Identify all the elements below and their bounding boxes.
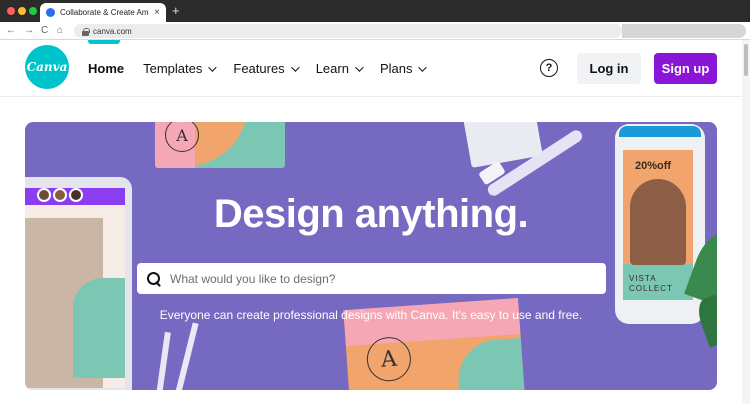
nav-features[interactable]: Features [233, 61, 300, 76]
browser-tab[interactable]: Collaborate & Create Amazing × [40, 3, 166, 22]
pencil-illustration [155, 331, 171, 390]
nav-learn[interactable]: Learn [315, 61, 364, 76]
chevron-down-icon [208, 62, 218, 72]
signup-button[interactable]: Sign up [654, 53, 717, 84]
chevron-down-icon [290, 62, 300, 72]
address-toolbar: ← → C ⌂ canva.com [0, 22, 750, 40]
nav-templates-label: Templates [143, 61, 203, 76]
logo-text: Canva [26, 60, 68, 74]
search-icon [147, 271, 161, 286]
pencil-illustration [173, 322, 199, 390]
nav-plans[interactable]: Plans [379, 61, 428, 76]
main-nav: Home Templates Features Learn Plans [88, 40, 428, 97]
browser-tab-strip: Collaborate & Create Amazing × + [0, 0, 750, 22]
lock-icon [82, 27, 90, 36]
canva-logo[interactable]: Canva [25, 45, 69, 89]
canva-favicon-icon [46, 8, 55, 17]
nav-features-label: Features [233, 61, 285, 76]
forward-arrow-icon[interactable]: → [24, 24, 34, 38]
hero-banner: A 20%off VISTA COLLECT A Design anything… [25, 122, 717, 390]
nav-plans-label: Plans [379, 61, 413, 76]
phone-discount-text: 20%off [635, 160, 672, 172]
back-arrow-icon[interactable]: ← [6, 24, 16, 38]
page-scrollbar[interactable] [742, 40, 750, 404]
scrollbar-thumb[interactable] [744, 44, 748, 76]
card-monogram: A [365, 335, 413, 383]
nav-home[interactable]: Home [88, 61, 124, 76]
url-bar[interactable]: canva.com [74, 24, 622, 38]
design-search-box[interactable] [137, 263, 606, 294]
phone-brand-line1: VISTA [629, 274, 657, 283]
phone-brand-line2: COLLECT [629, 284, 673, 293]
close-window-icon[interactable] [7, 7, 15, 15]
maximize-window-icon[interactable] [29, 7, 37, 15]
phone-brand-text: VISTA COLLECT [629, 274, 673, 294]
tab-close-icon[interactable]: × [154, 7, 160, 18]
nav-home-label: Home [88, 61, 125, 76]
design-search-input[interactable] [170, 271, 590, 286]
url-text: canva.com [93, 26, 132, 36]
site-header: Canva Home Templates Features Learn Plan… [0, 40, 742, 97]
minimize-window-icon[interactable] [18, 7, 26, 15]
hero-subtitle: Everyone can create professional designs… [159, 308, 583, 322]
chevron-down-icon [355, 62, 364, 72]
reload-icon[interactable]: C [41, 24, 48, 38]
home-icon[interactable]: ⌂ [57, 24, 63, 38]
tab-title: Collaborate & Create Amazing [60, 8, 149, 17]
help-icon[interactable]: ? [540, 59, 558, 77]
business-card-illustration: A [155, 122, 285, 168]
new-tab-button[interactable]: + [172, 4, 180, 18]
extensions-area [622, 24, 746, 38]
nav-learn-label: Learn [315, 61, 349, 76]
nav-templates[interactable]: Templates [143, 61, 218, 76]
hero-title: Design anything. [213, 192, 529, 236]
chevron-down-icon [418, 62, 428, 72]
login-button[interactable]: Log in [577, 53, 641, 84]
